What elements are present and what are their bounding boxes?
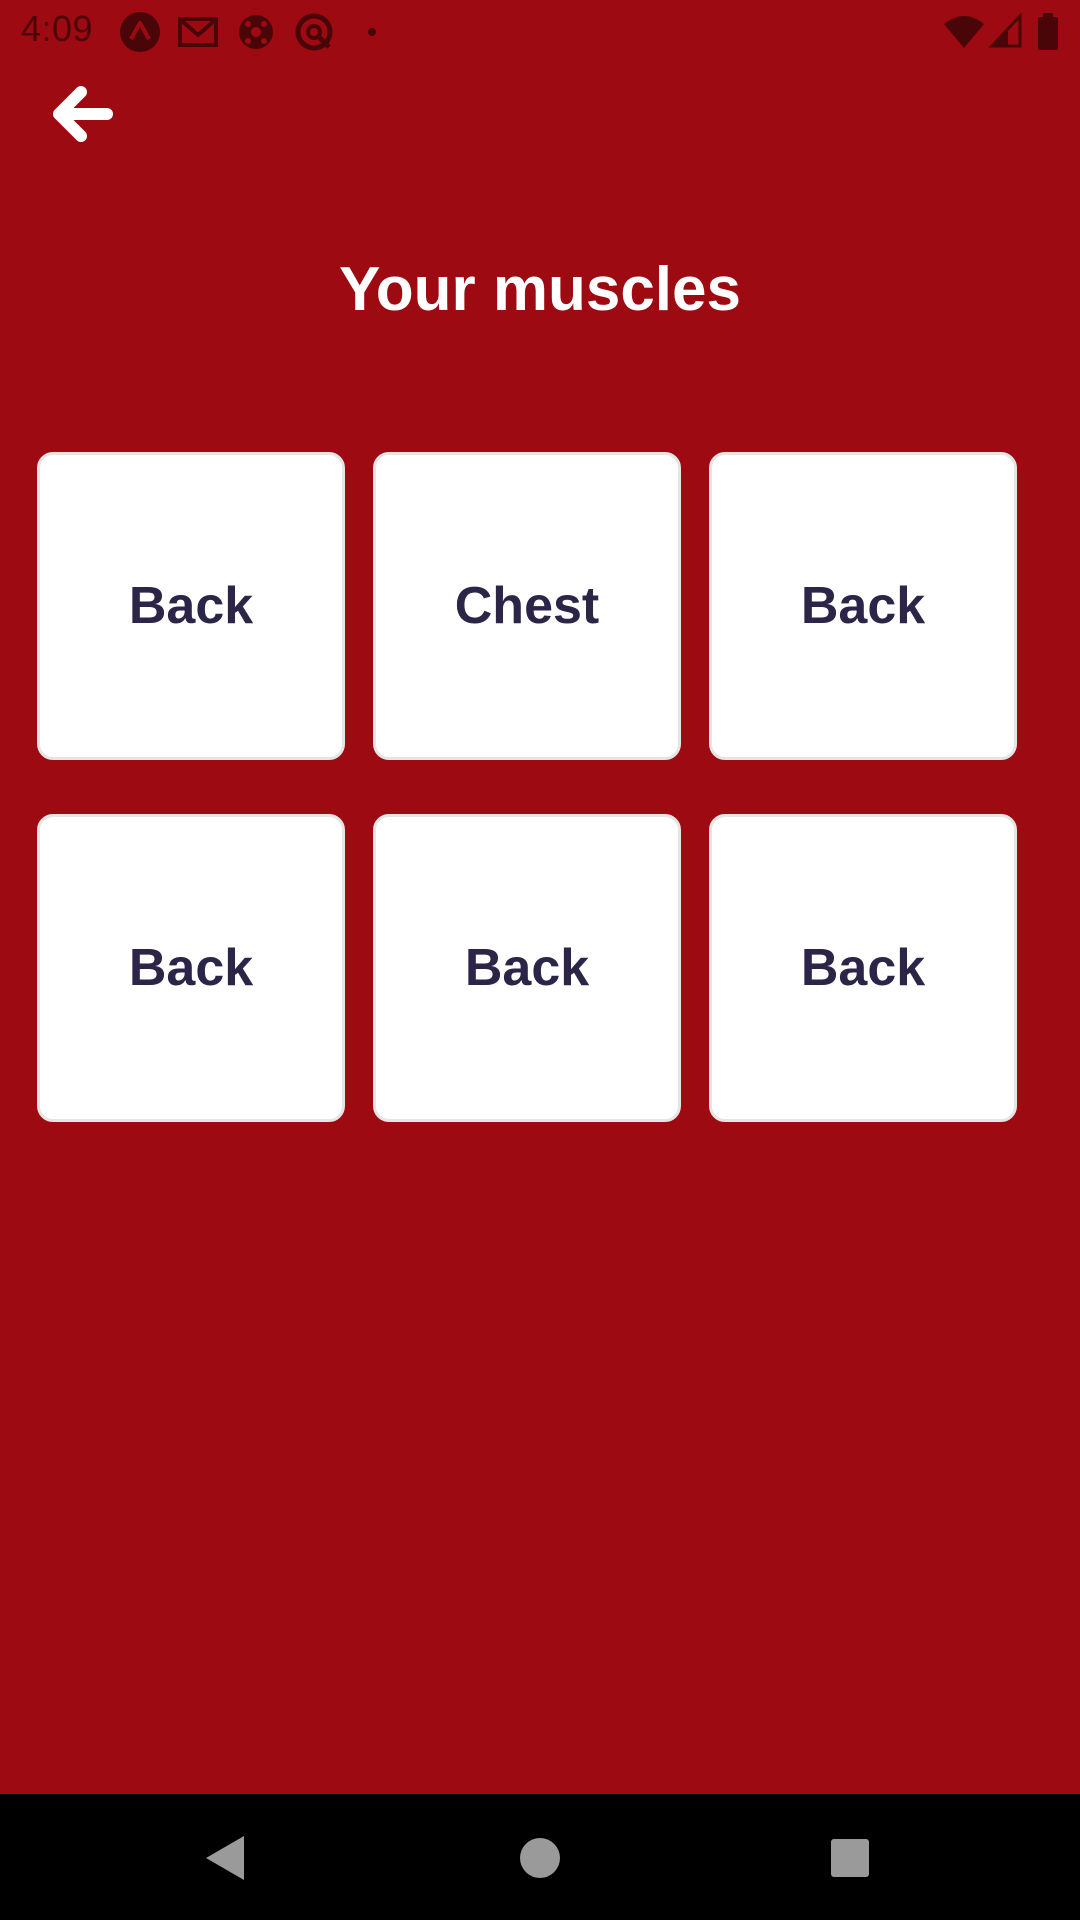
muscle-tile-1[interactable]: Back — [37, 452, 345, 760]
wifi-icon — [944, 16, 984, 48]
muscle-tile-2[interactable]: Chest — [373, 452, 681, 760]
tile-label: Back — [128, 577, 254, 635]
page-title: Your muscles — [338, 255, 741, 324]
target-app-icon — [295, 13, 333, 51]
navigation-bar — [0, 1794, 1080, 1920]
muscle-tile-4[interactable]: Back — [37, 814, 345, 1122]
nav-recents-icon[interactable] — [814, 1822, 886, 1894]
status-bar: 4:09 — [0, 0, 1080, 63]
muscle-tile-6[interactable]: Back — [709, 814, 1017, 1122]
gmail-icon — [178, 17, 218, 47]
nav-back-icon[interactable] — [190, 1822, 262, 1894]
battery-icon — [1038, 13, 1058, 50]
signal-icon — [988, 12, 1022, 48]
status-time: 4:09 — [21, 8, 94, 49]
tile-label: Chest — [454, 577, 600, 635]
tile-label: Back — [800, 939, 926, 997]
soccer-ball-icon — [239, 15, 273, 49]
tile-label: Back — [128, 939, 254, 997]
dot-icon — [368, 28, 376, 36]
tile-label: Back — [464, 939, 590, 997]
tile-label: Back — [800, 577, 926, 635]
muscle-tile-3[interactable]: Back — [709, 452, 1017, 760]
muscle-tile-5[interactable]: Back — [373, 814, 681, 1122]
app-a-icon — [120, 12, 160, 52]
muscle-grid: Back Chest Back Back Back Back — [37, 452, 1037, 1128]
arrow-left-icon[interactable] — [45, 78, 117, 150]
nav-home-icon[interactable] — [504, 1822, 576, 1894]
